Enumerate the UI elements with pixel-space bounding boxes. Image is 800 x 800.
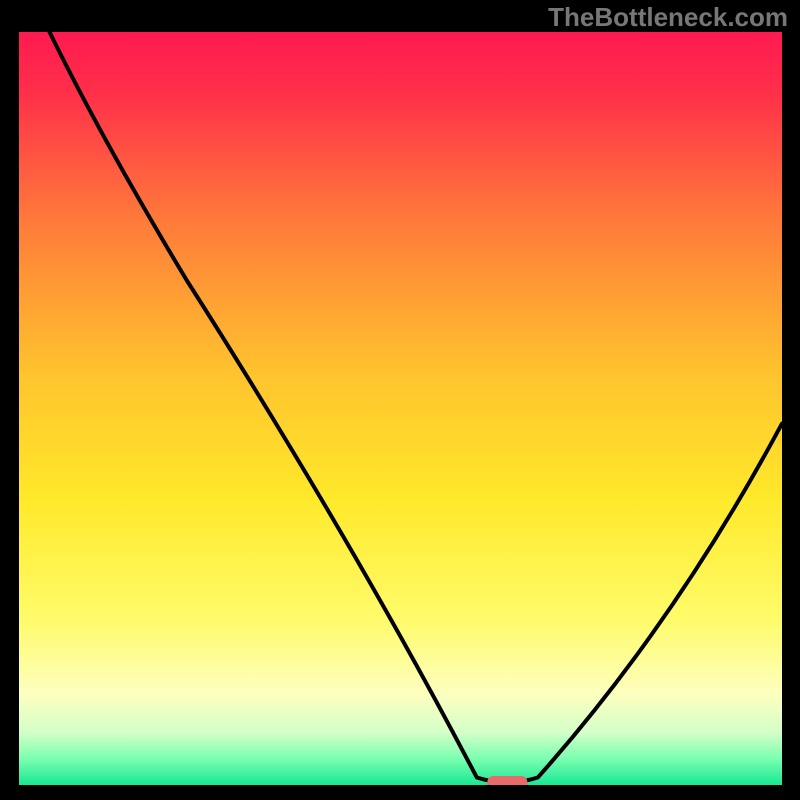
bottleneck-chart	[0, 0, 800, 800]
chart-container: TheBottleneck.com	[0, 0, 800, 800]
watermark-text: TheBottleneck.com	[548, 2, 788, 33]
plot-border-right	[782, 0, 800, 800]
plot-border-left	[0, 0, 19, 800]
plot-background	[19, 32, 782, 785]
plot-border-bottom	[0, 785, 800, 800]
